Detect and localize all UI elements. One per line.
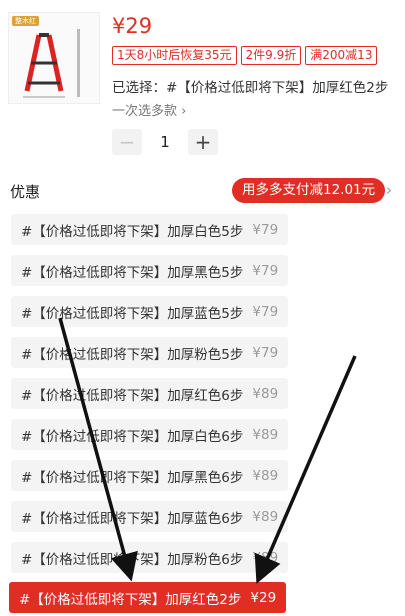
variant-option[interactable]: #【价格过低即将下架】加厚白色5步 ¥79 [11, 214, 289, 245]
variant-option[interactable]: #【价格过低即将下架】加厚粉色6步 ¥89 [11, 542, 289, 573]
variant-option-price: ¥89 [252, 508, 279, 525]
variant-option-price: ¥89 [252, 467, 279, 484]
variant-option-selected[interactable]: #【价格过低即将下架】加厚红色2步 ¥29 [9, 582, 287, 613]
variant-option[interactable]: #【价格过低即将下架】加厚蓝色5步 ¥79 [11, 296, 289, 327]
variant-option-name: #【价格过低即将下架】加厚黑色5步 [21, 264, 244, 281]
variant-option[interactable]: #【价格过低即将下架】加厚白色6步 ¥89 [11, 419, 289, 450]
variant-option-name: #【价格过低即将下架】加厚蓝色5步 [21, 305, 244, 322]
variant-option-name: #【价格过低即将下架】加厚黑色6步 [21, 469, 244, 486]
variant-option-price: ¥89 [252, 426, 279, 443]
variant-option-name: #【价格过低即将下架】加厚粉色6步 [21, 551, 244, 568]
variant-option-price: ¥79 [252, 303, 279, 320]
variant-option-name: #【价格过低即将下架】加厚红色2步 [19, 591, 242, 608]
variant-option-price: ¥29 [250, 589, 277, 606]
variant-option[interactable]: #【价格过低即将下架】加厚蓝色6步 ¥89 [11, 501, 289, 532]
variant-option-name: #【价格过低即将下架】加厚蓝色6步 [21, 510, 244, 527]
variant-option-price: ¥89 [252, 549, 279, 566]
variant-option[interactable]: #【价格过低即将下架】加厚红色6步 ¥89 [11, 378, 289, 409]
variant-option[interactable]: #【价格过低即将下架】加厚黑色5步 ¥79 [11, 255, 289, 286]
variant-option-name: #【价格过低即将下架】加厚白色6步 [21, 428, 244, 445]
variant-options: #【价格过低即将下架】加厚白色5步 ¥79 #【价格过低即将下架】加厚黑色5步 … [0, 0, 405, 616]
variant-option[interactable]: #【价格过低即将下架】加厚粉色5步 ¥79 [11, 337, 289, 368]
variant-option-name: #【价格过低即将下架】加厚白色5步 [21, 223, 244, 240]
variant-option-price: ¥79 [252, 344, 279, 361]
variant-option[interactable]: #【价格过低即将下架】加厚黑色6步 ¥89 [11, 460, 289, 491]
variant-option-price: ¥89 [252, 385, 279, 402]
variant-option-price: ¥79 [252, 221, 279, 238]
variant-option-price: ¥79 [252, 262, 279, 279]
variant-option-name: #【价格过低即将下架】加厚粉色5步 [21, 346, 244, 363]
variant-option-name: #【价格过低即将下架】加厚红色6步 [21, 387, 244, 404]
